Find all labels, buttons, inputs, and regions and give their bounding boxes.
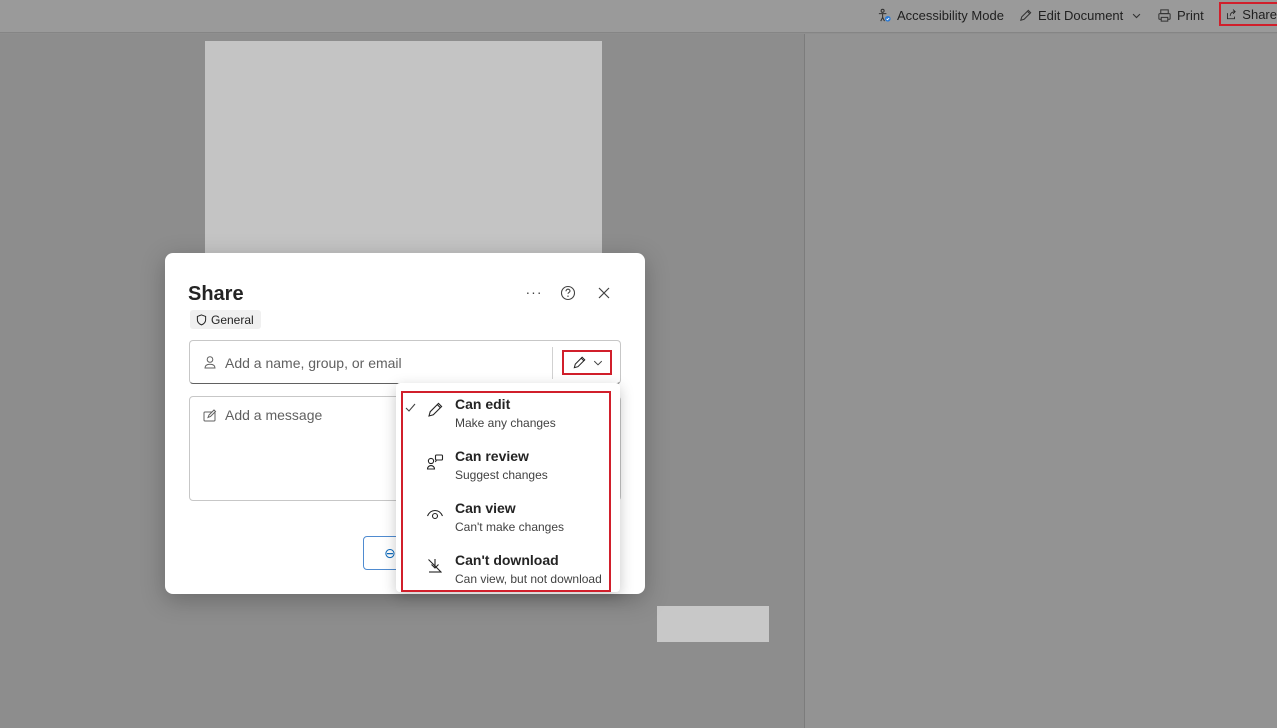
menu-item-subtitle: Suggest changes	[455, 468, 548, 482]
share-icon	[1226, 8, 1236, 19]
shield-icon	[196, 313, 207, 325]
document-page	[205, 41, 602, 261]
accessibility-mode-label: Accessibility Mode	[897, 7, 1004, 23]
link-icon: ⊖	[384, 545, 396, 561]
accessibility-icon	[878, 8, 891, 22]
menu-item-title: Can review	[455, 448, 529, 464]
menu-item-title: Can edit	[455, 396, 511, 412]
menu-item-title: Can't download	[455, 552, 559, 568]
chevron-down-icon	[1132, 13, 1141, 18]
menu-item-subtitle: Make any changes	[455, 416, 556, 430]
close-icon[interactable]	[593, 282, 615, 304]
menu-item-subtitle: Can view, but not download	[455, 572, 602, 586]
dialog-title: Share	[188, 283, 244, 305]
permission-dropdown-button[interactable]	[562, 350, 612, 375]
field-separator	[552, 347, 553, 379]
menu-item-can-view[interactable]: Can view Can't make changes	[396, 490, 620, 542]
menu-item-can-review[interactable]: Can review Suggest changes	[396, 438, 620, 490]
more-options-button[interactable]: ···	[523, 281, 545, 303]
menu-item-cant-download[interactable]: Can't download Can view, but not downloa…	[396, 542, 620, 594]
page-thumbnail	[657, 606, 769, 642]
pencil-icon	[428, 402, 443, 417]
help-icon[interactable]	[557, 282, 579, 304]
edit-document-button[interactable]: Edit Document	[1018, 4, 1142, 26]
person-icon	[204, 356, 216, 369]
share-button[interactable]: Share	[1219, 2, 1277, 26]
pencil-icon	[573, 356, 585, 369]
printer-icon	[1158, 8, 1171, 22]
share-label: Share	[1242, 6, 1277, 22]
menu-item-subtitle: Can't make changes	[455, 520, 565, 534]
edit-document-label: Edit Document	[1038, 7, 1124, 23]
ellipsis-icon: ···	[525, 284, 543, 300]
review-icon	[426, 454, 444, 470]
print-label: Print	[1177, 7, 1204, 23]
chevron-down-icon	[593, 360, 602, 366]
eye-icon	[426, 509, 444, 520]
menu-item-can-edit[interactable]: Can edit Make any changes	[396, 386, 620, 438]
compose-icon	[203, 409, 217, 422]
sensitivity-label: General	[211, 312, 254, 327]
accessibility-mode-button[interactable]: Accessibility Mode	[877, 4, 1004, 26]
recipient-field	[189, 340, 621, 384]
top-toolbar: Accessibility Mode Edit Document Print S…	[0, 0, 1277, 33]
sensitivity-badge[interactable]: General	[190, 310, 261, 329]
pencil-icon	[1020, 9, 1032, 21]
side-pane	[805, 34, 1277, 728]
no-download-icon	[428, 559, 442, 573]
checkmark-icon	[405, 403, 416, 412]
print-button[interactable]: Print	[1157, 4, 1204, 26]
menu-item-title: Can view	[455, 500, 516, 516]
recipient-input[interactable]	[225, 352, 545, 374]
